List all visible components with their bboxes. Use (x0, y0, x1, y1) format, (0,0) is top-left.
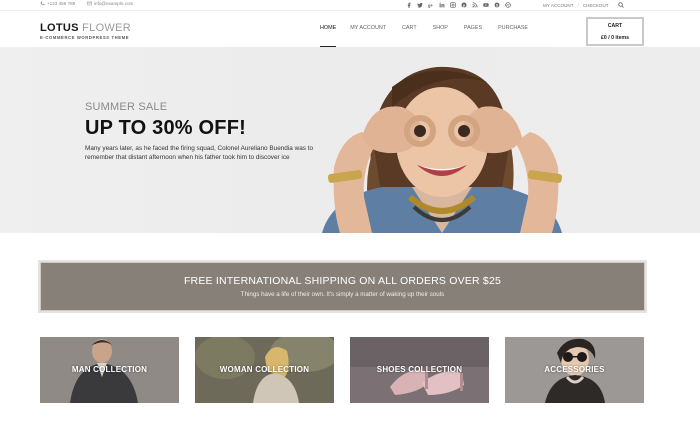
linkedin-icon[interactable] (439, 2, 445, 8)
shipping-heading: FREE INTERNATIONAL SHIPPING ON ALL ORDER… (183, 275, 502, 287)
hero-pretitle: SUMMER SALE (85, 101, 168, 113)
shipping-banner: FREE INTERNATIONAL SHIPPING ON ALL ORDER… (38, 260, 647, 313)
phone-icon (40, 1, 45, 6)
collection-tile-man[interactable]: MAN COLLECTION (40, 337, 179, 403)
hero-slider: SUMMER SALE UP TO 30% OFF! Many years la… (0, 47, 700, 233)
collection-label: MAN COLLECTION (71, 365, 148, 374)
email-text: info@example.com (94, 1, 134, 6)
logo-text: LOTUS FLOWER (40, 23, 131, 34)
top-bar: +123 456 789 info@example.com g+ p S MY … (0, 0, 700, 11)
nav-shop[interactable]: SHOP (433, 25, 448, 31)
nav-pages[interactable]: PAGES (464, 25, 482, 31)
pinterest-icon[interactable]: p (461, 2, 467, 8)
cart-widget[interactable]: CART £0 / 0 items (586, 17, 644, 46)
nav-my-account[interactable]: MY ACCOUNT (350, 25, 386, 31)
google-plus-icon[interactable]: g+ (428, 2, 434, 8)
link-separator: / (577, 2, 579, 8)
logo-tagline: E-COMMERCE WORDPRESS THEME (40, 35, 130, 40)
search-icon[interactable] (617, 2, 624, 8)
phone-text: +123 456 789 (47, 1, 76, 6)
nav-home[interactable]: HOME (320, 25, 337, 47)
my-account-link[interactable]: MY ACCOUNT (543, 3, 574, 8)
account-links: MY ACCOUNT / CHECKOUT (543, 2, 624, 8)
collection-tile-accessories[interactable]: ACCESSORIES (505, 337, 644, 403)
youtube-icon[interactable] (483, 2, 489, 8)
logo-bold: LOTUS (40, 22, 79, 34)
hero-title: UP TO 30% OFF! (85, 117, 246, 139)
svg-text:g+: g+ (428, 3, 434, 8)
nav-purchase[interactable]: PURCHASE (498, 25, 528, 31)
site-logo[interactable]: LOTUS FLOWER E-COMMERCE WORDPRESS THEME (40, 23, 131, 41)
collection-label: SHOES COLLECTION (376, 365, 463, 374)
checkout-link[interactable]: CHECKOUT (583, 3, 609, 8)
dribbble-icon[interactable] (505, 2, 511, 8)
cart-title: CART (607, 23, 623, 29)
cart-summary: £0 / 0 items (601, 35, 629, 41)
logo-light: FLOWER (82, 22, 131, 34)
twitter-icon[interactable] (417, 2, 423, 8)
email-contact[interactable]: info@example.com (87, 1, 133, 6)
social-icons: g+ p S (406, 2, 511, 8)
nav-cart[interactable]: CART (402, 25, 417, 31)
collection-label: ACCESSORIES (544, 365, 605, 374)
hero-description: Many years later, as he faced the firing… (85, 145, 314, 161)
skype-icon[interactable]: S (494, 2, 500, 8)
envelope-icon (87, 1, 92, 6)
instagram-icon[interactable] (450, 2, 456, 8)
main-nav: HOME MY ACCOUNT CART SHOP PAGES PURCHASE (320, 25, 528, 47)
rss-icon[interactable] (472, 2, 478, 8)
collection-tile-shoes[interactable]: SHOES COLLECTION (350, 337, 489, 403)
phone-contact[interactable]: +123 456 789 (40, 1, 75, 6)
collection-label: WOMAN COLLECTION (219, 365, 310, 374)
collection-tile-woman[interactable]: WOMAN COLLECTION (195, 337, 334, 403)
site-header: LOTUS FLOWER E-COMMERCE WORDPRESS THEME … (0, 11, 700, 47)
facebook-icon[interactable] (406, 2, 412, 8)
shipping-subheading: Things have a life of their own. It's si… (240, 291, 445, 298)
hero-text-block: SUMMER SALE UP TO 30% OFF! Many years la… (85, 101, 325, 162)
